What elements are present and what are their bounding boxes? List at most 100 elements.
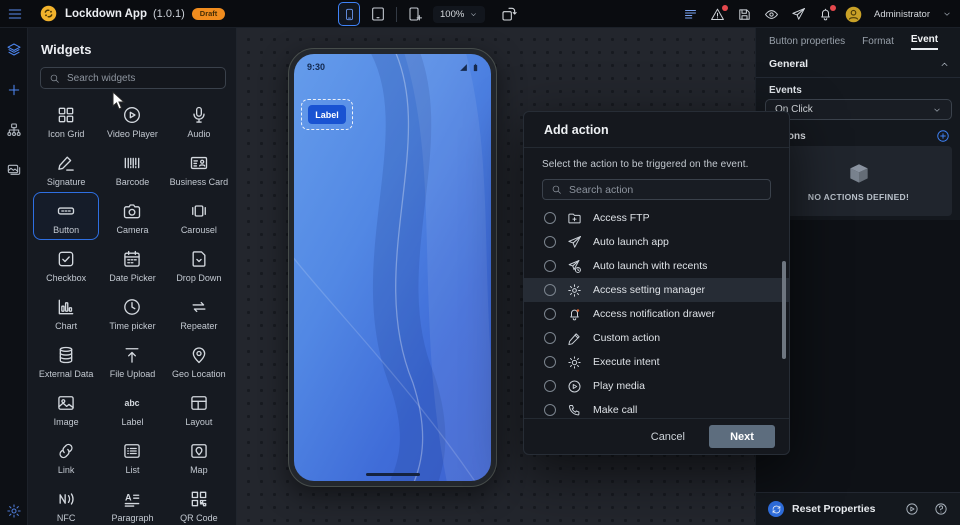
radio-icon[interactable] (544, 260, 556, 272)
widget-item-external-data[interactable]: External Data (33, 336, 99, 384)
settings-gear-icon[interactable] (6, 503, 22, 519)
zoom-dropdown[interactable]: 100% (433, 6, 485, 23)
widget-item-checkbox[interactable]: Checkbox (33, 240, 99, 288)
rotate-device-icon[interactable] (501, 6, 517, 22)
next-button[interactable]: Next (709, 425, 775, 448)
cancel-button[interactable]: Cancel (651, 431, 685, 443)
preview-eye-icon[interactable] (764, 7, 779, 22)
action-item-access-setting-manager[interactable]: Access setting manager (524, 278, 789, 302)
widget-item-camera[interactable]: Camera (99, 192, 165, 240)
widget-item-signature[interactable]: Signature (33, 144, 99, 192)
widgets-search-input[interactable]: Search widgets (40, 67, 226, 89)
phone-preview-button[interactable] (338, 2, 360, 26)
save-icon[interactable] (737, 7, 752, 22)
action-item-access-notification-drawer[interactable]: Access notification drawer (524, 302, 789, 326)
add-icon[interactable] (6, 82, 22, 98)
action-search-placeholder: Search action (569, 184, 633, 196)
bell-icon[interactable] (818, 7, 833, 22)
radio-icon[interactable] (544, 332, 556, 344)
reset-properties-button[interactable] (768, 501, 784, 517)
action-item-auto-launch-with-recents[interactable]: Auto launch with recents (524, 254, 789, 278)
widget-label: List (125, 465, 139, 475)
phone-preview-icon (343, 8, 356, 21)
toolbar-divider (396, 7, 397, 22)
action-item-auto-launch-app[interactable]: Auto launch app (524, 230, 789, 254)
event-type-dropdown[interactable]: On Click (765, 99, 952, 120)
widget-item-chart[interactable]: Chart (33, 288, 99, 336)
widget-item-business-card[interactable]: Business Card (166, 144, 232, 192)
bottom-bar-actions (905, 502, 948, 516)
tab-button-properties[interactable]: Button properties (769, 36, 845, 50)
widget-item-barcode[interactable]: Barcode (99, 144, 165, 192)
widget-item-audio[interactable]: Audio (166, 96, 232, 144)
tablet-preview-icon[interactable] (370, 6, 386, 22)
widget-item-button[interactable]: Button (33, 192, 99, 240)
widget-item-label[interactable]: abcLabel (99, 384, 165, 432)
radio-icon[interactable] (544, 356, 556, 368)
add-page-icon[interactable] (407, 6, 423, 22)
svg-text:abc: abc (125, 397, 140, 407)
action-item-access-ftp[interactable]: Access FTP (524, 206, 789, 230)
tab-event[interactable]: Event (911, 34, 938, 50)
menu-lines-icon[interactable] (683, 7, 698, 22)
action-item-execute-intent[interactable]: Execute intent (524, 350, 789, 374)
play-circle-icon (567, 379, 582, 394)
sitemap-icon[interactable] (6, 122, 22, 138)
widget-item-image[interactable]: Image (33, 384, 99, 432)
search-icon (49, 73, 60, 84)
radio-icon[interactable] (544, 308, 556, 320)
add-action-modal: Add action Select the action to be trigg… (523, 111, 790, 455)
hamburger-icon[interactable] (7, 6, 23, 22)
widget-item-date-picker[interactable]: Date Picker (99, 240, 165, 288)
widget-item-carousel[interactable]: Carousel (166, 192, 232, 240)
avatar[interactable] (845, 6, 862, 23)
action-item-make-call[interactable]: Make call (524, 398, 789, 418)
widget-item-file-upload[interactable]: File Upload (99, 336, 165, 384)
widget-selection-outline[interactable]: Label (301, 99, 353, 130)
widget-item-time-picker[interactable]: Time picker (99, 288, 165, 336)
action-search-input[interactable]: Search action (542, 179, 771, 200)
empty-state-text: NO ACTIONS DEFINED! (808, 192, 909, 202)
widget-item-link[interactable]: Link (33, 432, 99, 480)
link-icon (56, 441, 76, 461)
phone-screen[interactable]: 9:30 Label (294, 54, 491, 481)
play-demo-icon[interactable] (905, 502, 919, 516)
radio-icon[interactable] (544, 212, 556, 224)
video-player-icon (122, 105, 142, 125)
widget-item-nfc[interactable]: NFC (33, 480, 99, 525)
user-name[interactable]: Administrator (874, 9, 930, 20)
action-item-custom-action[interactable]: Custom action (524, 326, 789, 350)
publish-icon[interactable] (791, 7, 806, 22)
media-icon[interactable] (6, 162, 22, 178)
widget-item-list[interactable]: List (99, 432, 165, 480)
chevron-down-icon[interactable] (942, 9, 952, 19)
widget-item-qr-code[interactable]: QR Code (166, 480, 232, 525)
radio-icon[interactable] (544, 284, 556, 296)
radio-icon[interactable] (544, 404, 556, 416)
layers-icon[interactable] (6, 42, 22, 58)
widgets-panel: Widgets Search widgets Icon GridVideo Pl… (28, 28, 237, 525)
add-action-button[interactable] (936, 129, 950, 143)
radio-icon[interactable] (544, 236, 556, 248)
chevron-up-icon (939, 59, 950, 70)
widget-item-repeater[interactable]: Repeater (166, 288, 232, 336)
general-section-header[interactable]: General (769, 58, 950, 70)
help-icon[interactable] (934, 502, 948, 516)
no-actions-empty-state: NO ACTIONS DEFINED! (765, 146, 952, 216)
widget-item-drop-down[interactable]: Drop Down (166, 240, 232, 288)
canvas-button-widget[interactable]: Label (308, 105, 346, 124)
widget-item-icon-grid[interactable]: Icon Grid (33, 96, 99, 144)
modal-scrollbar[interactable] (782, 261, 786, 359)
widget-item-geo-location[interactable]: Geo Location (166, 336, 232, 384)
paragraph-icon: A (122, 489, 142, 509)
widget-label: Time picker (109, 321, 155, 331)
tab-format[interactable]: Format (862, 36, 894, 50)
action-item-play-media[interactable]: Play media (524, 374, 789, 398)
warning-icon[interactable] (710, 7, 725, 22)
widget-item-paragraph[interactable]: AParagraph (99, 480, 165, 525)
widget-item-layout[interactable]: Layout (166, 384, 232, 432)
widget-item-map[interactable]: Map (166, 432, 232, 480)
widget-item-video-player[interactable]: Video Player (99, 96, 165, 144)
radio-icon[interactable] (544, 380, 556, 392)
widgets-grid: Icon GridVideo PlayerAudio SignatureBarco… (33, 96, 232, 525)
